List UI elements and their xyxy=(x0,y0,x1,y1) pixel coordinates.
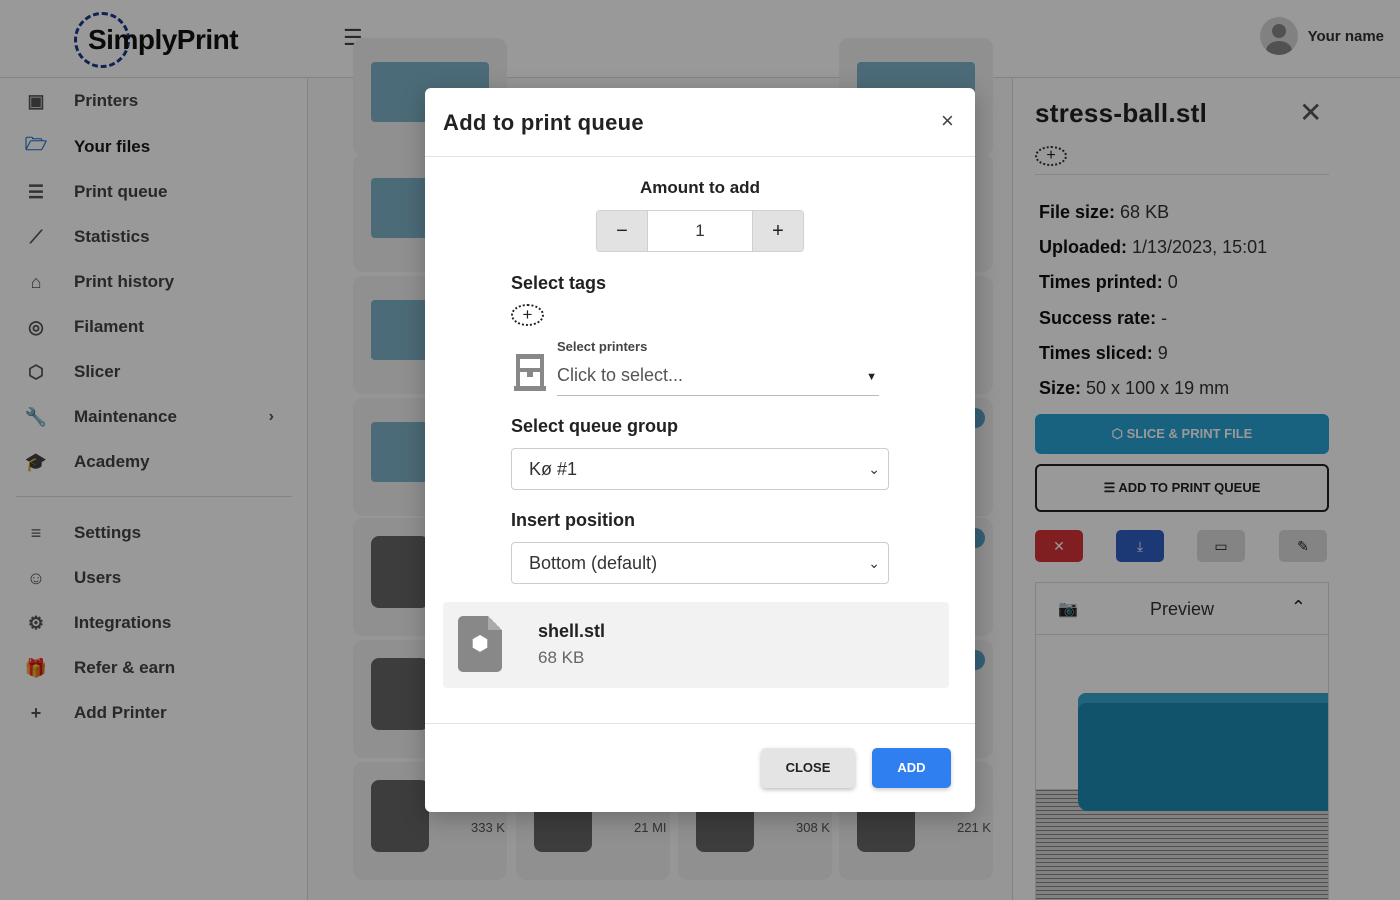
queue-group-label: Select queue group xyxy=(511,416,679,436)
modal-title: Add to print queue xyxy=(443,110,644,135)
add-button[interactable]: ADD xyxy=(872,748,951,788)
modal-footer-divider xyxy=(425,723,975,724)
selected-file: ⬢ shell.stl 68 KB xyxy=(443,602,949,688)
insert-position-select[interactable]: Bottom (default) ⌄ xyxy=(511,542,889,584)
queue-group-value: Kø #1 xyxy=(529,459,578,479)
close-icon[interactable]: × xyxy=(941,108,954,134)
cube-icon: ⬢ xyxy=(471,633,489,655)
file-size: 68 KB xyxy=(538,648,585,667)
close-button[interactable]: CLOSE xyxy=(761,748,855,788)
printer-icon xyxy=(514,354,546,391)
caret-down-icon: ▼ xyxy=(866,371,877,383)
decrement-button[interactable]: − xyxy=(597,211,647,251)
modal-header: Add to print queue × xyxy=(425,88,975,157)
printers-placeholder: Click to select... xyxy=(557,365,684,385)
queue-group-select[interactable]: Kø #1 ⌄ xyxy=(511,448,889,490)
amount-label: Amount to add xyxy=(640,178,760,197)
amount-input[interactable]: 1 xyxy=(647,211,753,251)
insert-position-label: Insert position xyxy=(511,510,636,530)
add-to-queue-modal: Add to print queue × Amount to add − 1 +… xyxy=(425,88,975,812)
increment-button[interactable]: + xyxy=(753,211,803,251)
chevron-down-icon: ⌄ xyxy=(868,461,880,477)
printers-select[interactable]: Click to select... ▼ xyxy=(557,360,879,396)
stl-file-icon: ⬢ xyxy=(458,616,502,672)
file-name: shell.stl xyxy=(538,621,606,641)
chevron-down-icon: ⌄ xyxy=(868,555,880,571)
select-printers-label: Select printers xyxy=(557,339,648,354)
add-tag-button[interactable]: + xyxy=(511,304,544,326)
insert-position-value: Bottom (default) xyxy=(529,553,658,573)
amount-stepper: − 1 + xyxy=(596,210,804,252)
select-tags-label: Select tags xyxy=(511,273,607,293)
